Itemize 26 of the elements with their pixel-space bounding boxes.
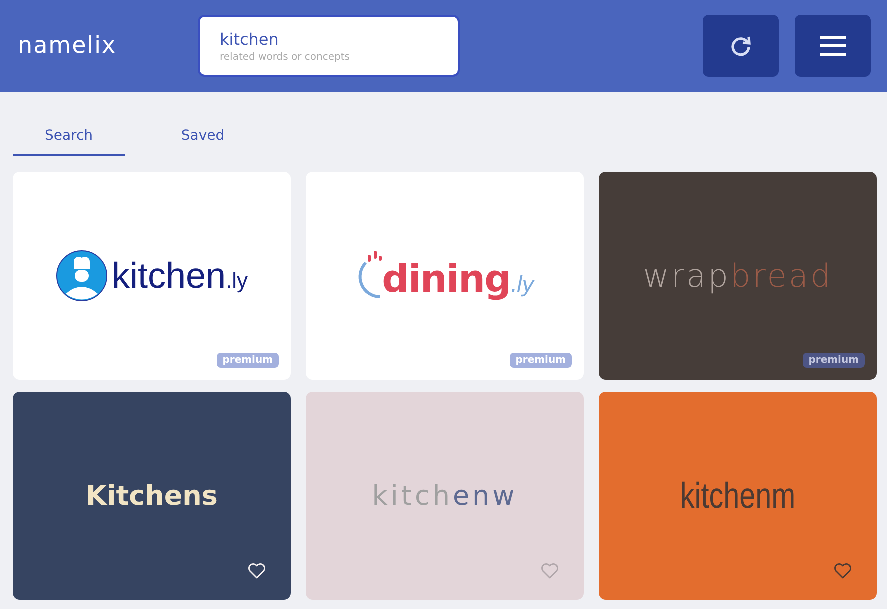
- refresh-button[interactable]: [703, 15, 779, 77]
- logo-text: kitch enw: [372, 480, 518, 512]
- logo-card[interactable]: wrap bread premium: [599, 172, 877, 380]
- menu-icon: [819, 35, 847, 57]
- tab[interactable]: Saved: [147, 118, 259, 156]
- logo-text: kitchenm: [680, 475, 796, 517]
- logo-card[interactable]: kitchen.ly premium: [13, 172, 291, 380]
- logo-card[interactable]: dining.ly premium: [306, 172, 584, 380]
- menu-button[interactable]: [795, 15, 871, 77]
- search-field[interactable]: kitchen related words or concepts: [198, 15, 460, 77]
- tab[interactable]: Search: [13, 118, 125, 156]
- logo-text: Kitchens: [86, 480, 218, 512]
- premium-badge: premium: [510, 353, 572, 368]
- premium-badge: premium: [802, 353, 865, 368]
- logo-card[interactable]: kitchenm: [599, 392, 877, 600]
- premium-badge: premium: [216, 353, 279, 368]
- logo-card[interactable]: kitch enw: [306, 392, 584, 600]
- logo-text: wrap bread: [643, 257, 833, 295]
- arc-icon: [356, 251, 382, 301]
- chef-icon: [56, 250, 108, 302]
- logo-text: kitchen.ly: [112, 255, 248, 297]
- hint-text: related words or concepts: [220, 52, 352, 62]
- logo-card[interactable]: Kitchens: [13, 392, 291, 600]
- logo-text: dining.ly: [382, 257, 534, 301]
- app-logo: namelix: [18, 33, 118, 59]
- refresh-icon: [729, 34, 753, 58]
